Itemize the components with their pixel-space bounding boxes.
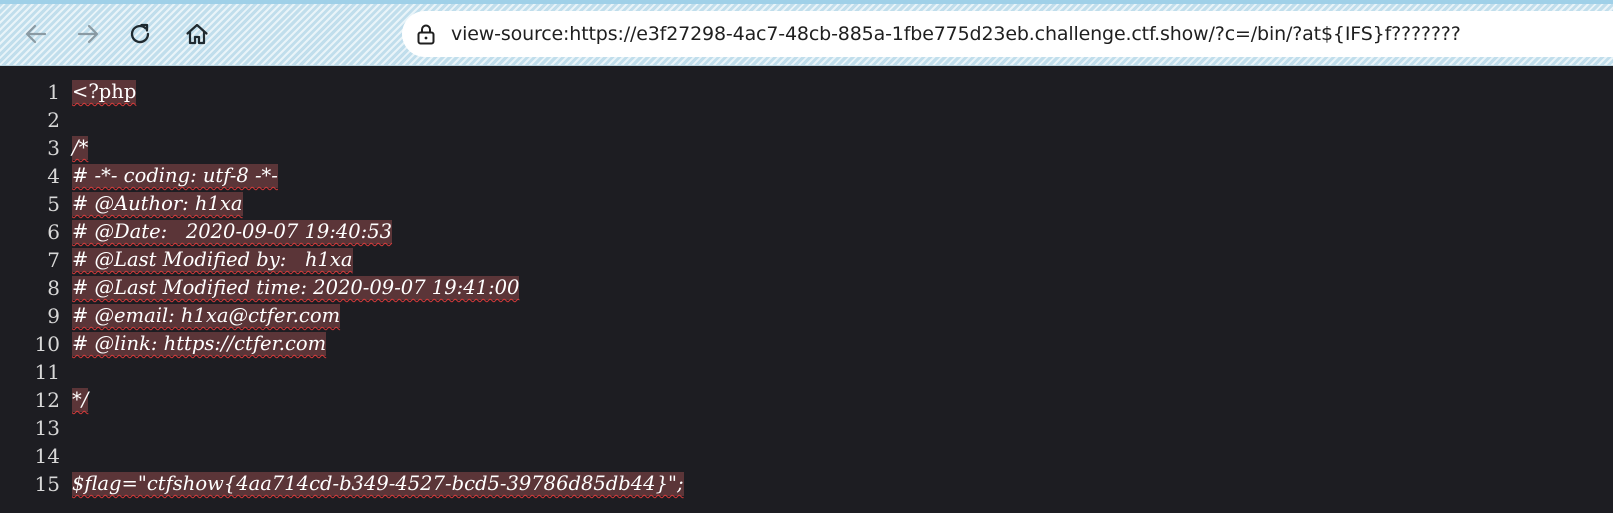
arrow-right-icon: [77, 24, 99, 44]
line-code: # @Author: h1xa: [72, 192, 243, 216]
source-line: 10 # @link: https://ctfer.com: [0, 330, 1613, 358]
arrow-left-icon: [25, 24, 47, 44]
lock-icon[interactable]: [414, 22, 438, 46]
line-number: 1: [47, 80, 60, 104]
line-number: 6: [47, 220, 60, 244]
source-line: 13: [0, 414, 1613, 442]
line-number: 3: [47, 136, 60, 160]
line-number: 14: [34, 444, 60, 468]
source-line: 6 # @Date: 2020-09-07 19:40:53: [0, 218, 1613, 246]
line-code: # @Last Modified time: 2020-09-07 19:41:…: [72, 276, 520, 300]
source-line: 11: [0, 358, 1613, 386]
line-number: 13: [34, 416, 60, 440]
line-number: 5: [47, 192, 60, 216]
home-icon: [186, 23, 208, 45]
source-line: 14: [0, 442, 1613, 470]
line-number: 10: [34, 332, 60, 356]
toolbar-top-edge: [0, 0, 1613, 4]
line-code: # -*- coding: utf-8 -*-: [72, 164, 278, 188]
line-number: 2: [47, 108, 60, 132]
source-line: 9 # @email: h1xa@ctfer.com: [0, 302, 1613, 330]
reload-button[interactable]: [123, 17, 157, 51]
line-number: 12: [34, 388, 60, 412]
line-number: 11: [34, 360, 60, 384]
source-line: 3 /*: [0, 134, 1613, 162]
forward-button[interactable]: [71, 17, 105, 51]
line-number: 7: [47, 248, 60, 272]
source-line: 12 */: [0, 386, 1613, 414]
page-source-view: 1 <?php 2 3 /* 4 # -*- coding: utf-8 -*-…: [0, 66, 1613, 513]
source-line: 7 # @Last Modified by: h1xa: [0, 246, 1613, 274]
line-code: /*: [72, 136, 89, 160]
browser-toolbar: view-source:https://e3f27298-4ac7-48cb-8…: [0, 0, 1613, 66]
line-number: 9: [47, 304, 60, 328]
line-code: <?php: [72, 80, 137, 104]
line-number: 8: [47, 276, 60, 300]
home-button[interactable]: [180, 17, 214, 51]
url-text[interactable]: view-source:https://e3f27298-4ac7-48cb-8…: [451, 23, 1461, 45]
reload-icon: [130, 23, 150, 44]
line-code: $flag="ctfshow{4aa714cd-b349-4527-bcd5-3…: [72, 472, 684, 496]
line-number: 15: [34, 472, 60, 496]
line-code: */: [72, 388, 89, 412]
source-line: 1 <?php: [0, 78, 1613, 106]
address-bar[interactable]: view-source:https://e3f27298-4ac7-48cb-8…: [402, 11, 1613, 57]
source-line: 8 # @Last Modified time: 2020-09-07 19:4…: [0, 274, 1613, 302]
back-button[interactable]: [19, 17, 53, 51]
source-line: 15 $flag="ctfshow{4aa714cd-b349-4527-bcd…: [0, 470, 1613, 498]
source-line: 4 # -*- coding: utf-8 -*-: [0, 162, 1613, 190]
line-code: # @email: h1xa@ctfer.com: [72, 304, 341, 328]
line-code: # @Date: 2020-09-07 19:40:53: [72, 220, 393, 244]
line-number: 4: [47, 164, 60, 188]
source-line: 2: [0, 106, 1613, 134]
line-code: # @Last Modified by: h1xa: [72, 248, 353, 272]
source-line: 5 # @Author: h1xa: [0, 190, 1613, 218]
line-code: # @link: https://ctfer.com: [72, 332, 327, 356]
